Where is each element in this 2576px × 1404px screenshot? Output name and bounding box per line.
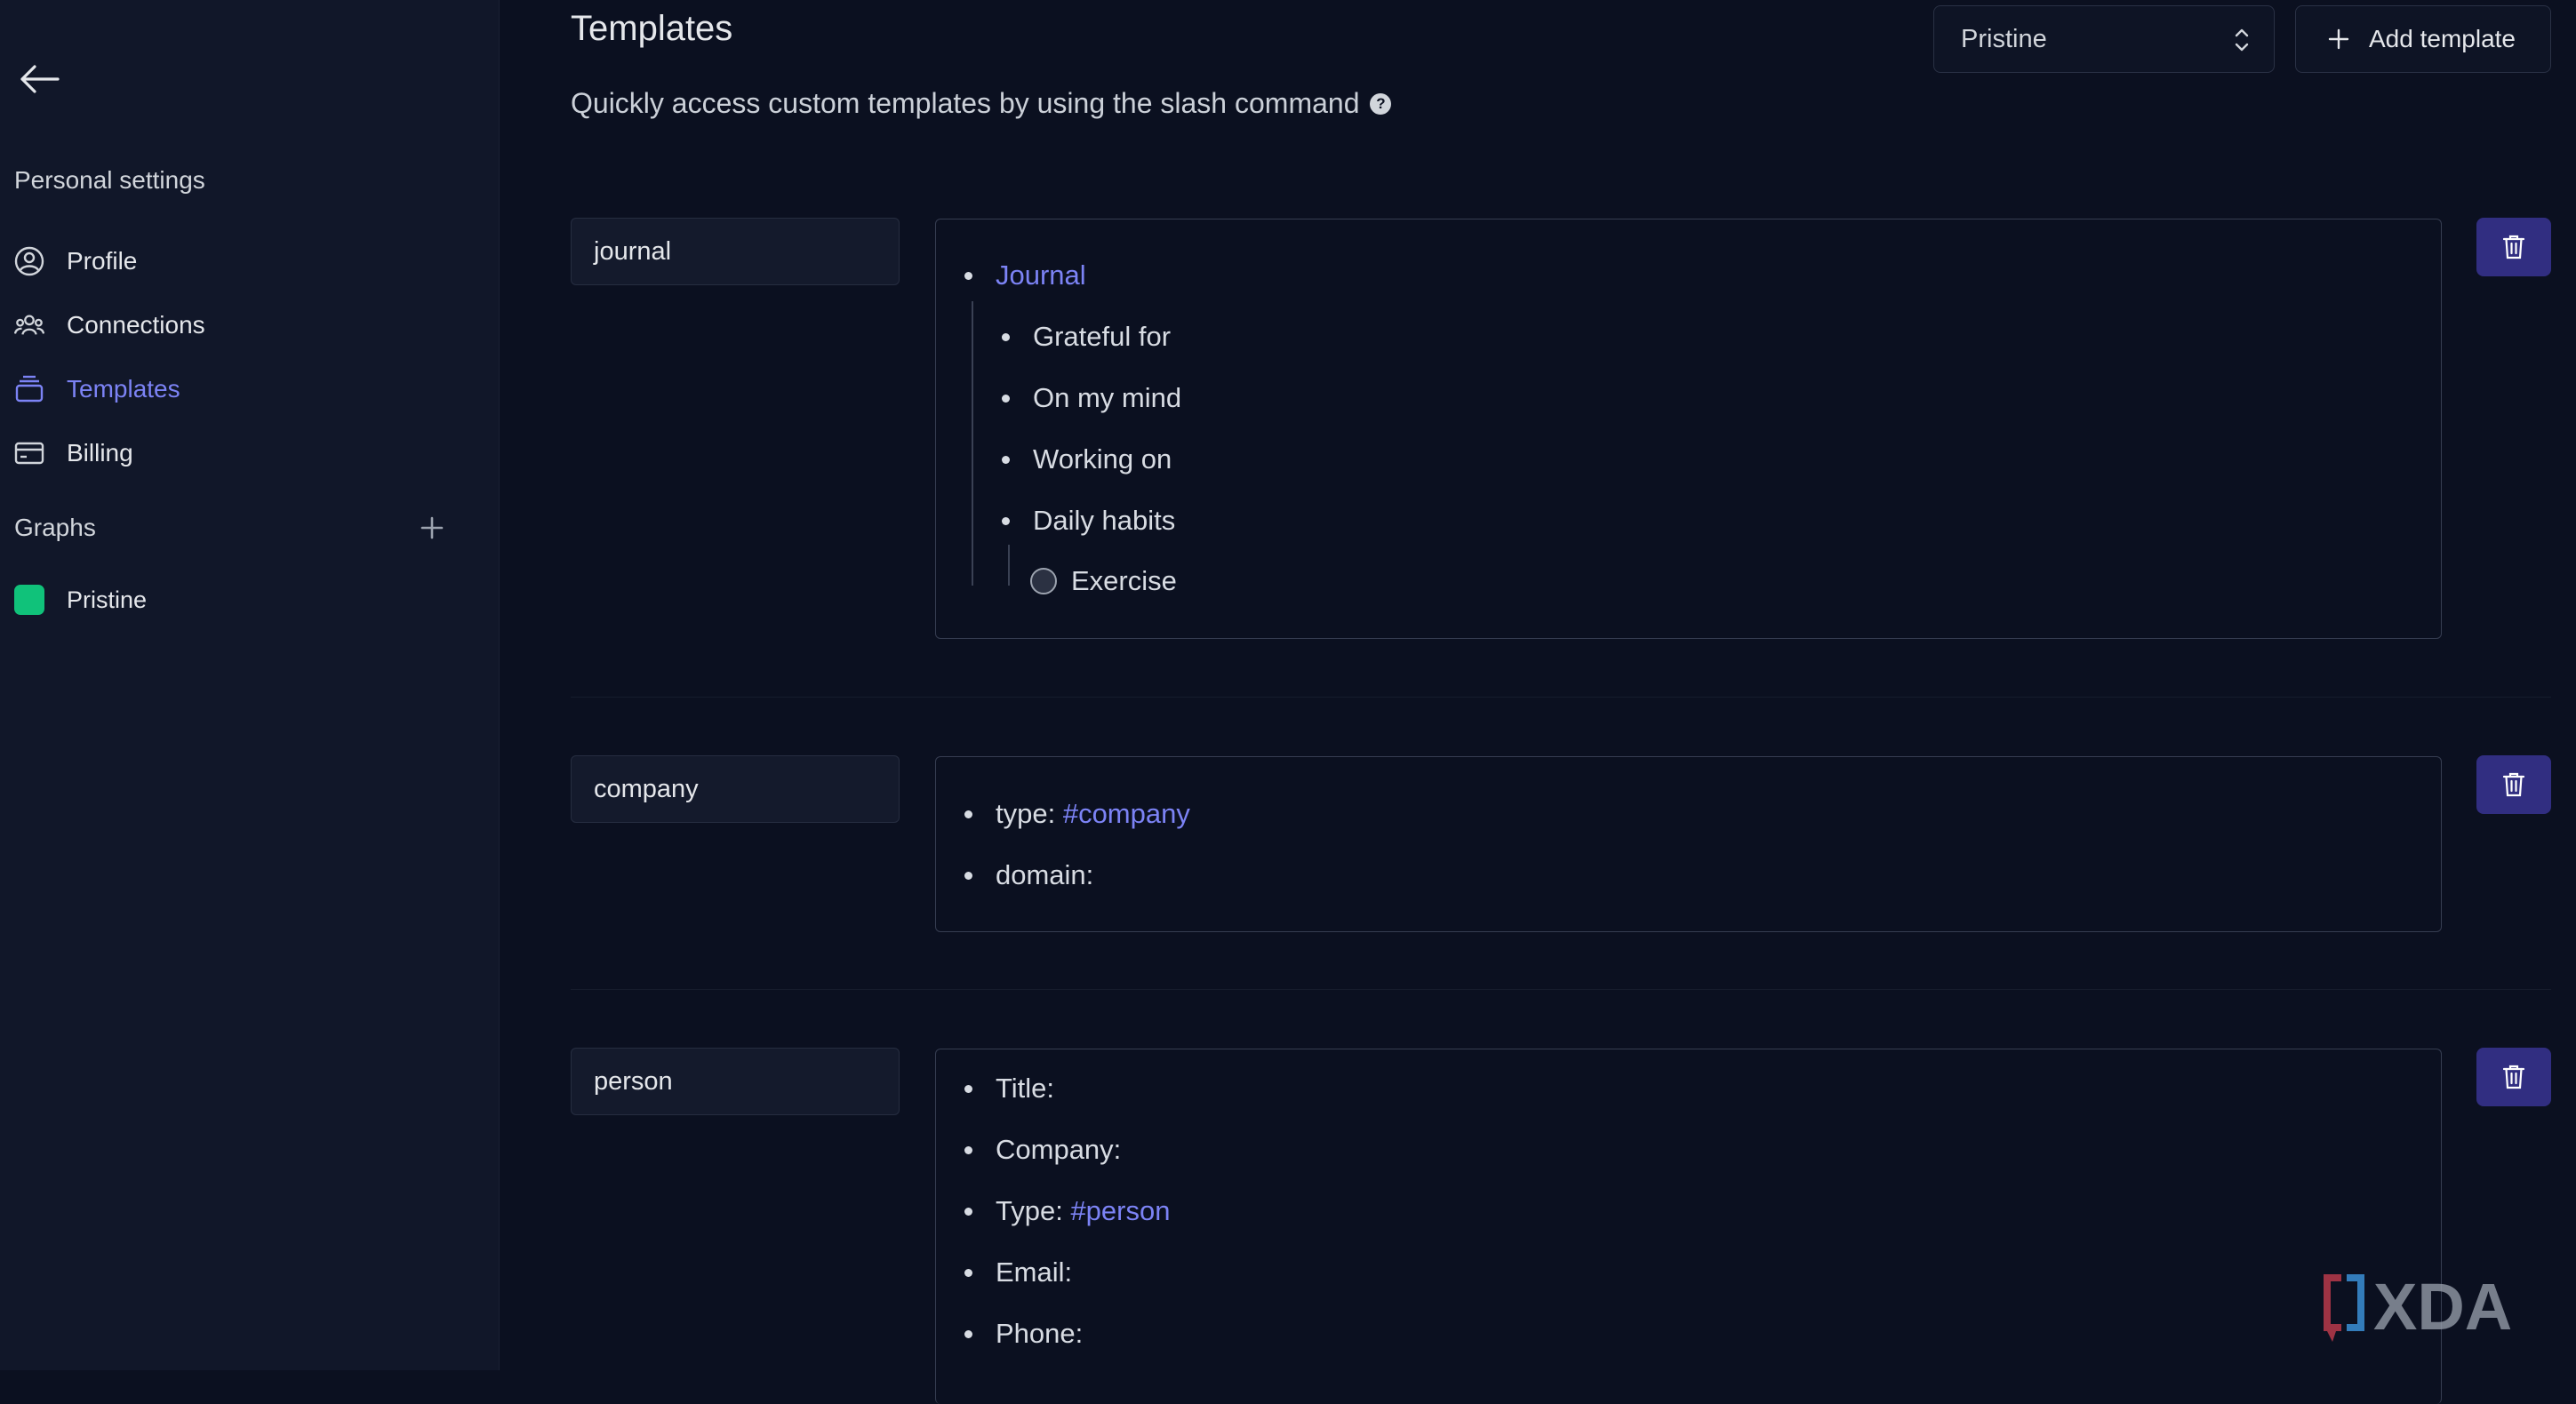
list-item-text: Company: — [996, 1134, 1122, 1165]
graph-label: Pristine — [67, 586, 148, 613]
list-item: Phone: — [964, 1316, 1083, 1352]
sidebar-item-billing[interactable]: Billing — [0, 421, 499, 485]
row-divider — [571, 989, 2551, 990]
page-link[interactable]: Journal — [996, 259, 1086, 291]
template-editor[interactable]: type: #company domain: — [935, 756, 2442, 932]
bullet-icon — [964, 1084, 972, 1093]
bullet-icon — [964, 1207, 972, 1216]
trash-icon — [2503, 1065, 2524, 1089]
add-template-label: Add template — [2369, 25, 2516, 52]
bullet-icon — [1002, 455, 1010, 464]
templates-icon — [14, 374, 44, 404]
help-icon[interactable]: ? — [1370, 92, 1392, 115]
bullet-icon — [964, 1268, 972, 1277]
todo-checkbox[interactable] — [1030, 568, 1057, 594]
sidebar-item-label: Billing — [67, 439, 133, 467]
list-item: Company: — [964, 1132, 1121, 1168]
list-item-text: domain: — [996, 859, 1094, 890]
delete-template-button[interactable] — [2476, 1048, 2551, 1106]
tag-link[interactable]: #company — [1063, 798, 1190, 830]
trash-icon — [2503, 235, 2524, 259]
delete-template-button[interactable] — [2476, 218, 2551, 276]
indent-guide — [1008, 545, 1010, 586]
graphs-heading: Graphs — [14, 514, 96, 541]
add-template-button[interactable]: Add template — [2295, 5, 2551, 73]
template-name-input[interactable]: journal — [571, 218, 900, 285]
property-key: type: — [996, 798, 1063, 829]
list-item: Daily habits — [1002, 503, 1175, 538]
sidebar-item-label: Connections — [67, 311, 205, 339]
settings-sidebar: Personal settings Profile Connections Te… — [0, 0, 500, 1370]
list-item: On my mind — [1002, 380, 1181, 416]
template-editor[interactable]: Journal Grateful for On my mind Working … — [935, 219, 2442, 639]
list-item-text: Daily habits — [1033, 505, 1176, 536]
page-title: Templates — [571, 9, 733, 48]
bullet-icon — [1002, 394, 1010, 403]
list-item: Email: — [964, 1255, 1072, 1290]
list-item: Type: #person — [964, 1193, 1170, 1229]
row-divider — [571, 697, 2551, 698]
list-item: type: #company — [964, 796, 1190, 832]
sidebar-item-templates[interactable]: Templates — [0, 357, 499, 421]
bullet-icon — [964, 1329, 972, 1338]
sidebar-item-label: Templates — [67, 375, 180, 403]
settings-nav: Profile Connections Templates Billing — [0, 229, 499, 485]
list-item-text: Exercise — [1071, 565, 1177, 596]
template-editor[interactable]: Title: Company: Type: #person Email: Pho… — [935, 1049, 2442, 1404]
list-item: Journal — [964, 258, 1086, 293]
bullet-icon — [964, 871, 972, 880]
bullet-icon — [1002, 516, 1010, 525]
todo-item: Exercise — [1030, 563, 1177, 599]
list-item: domain: — [964, 858, 1093, 893]
plus-icon — [420, 516, 444, 539]
sidebar-item-connections[interactable]: Connections — [0, 293, 499, 357]
bullet-icon — [964, 810, 972, 818]
list-item-text: On my mind — [1033, 382, 1182, 413]
sidebar-item-label: Profile — [67, 247, 138, 275]
list-item-text: Grateful for — [1033, 321, 1172, 352]
chevron-up-down-icon — [2235, 28, 2249, 52]
templates-page: Templates Quickly access custom template… — [500, 0, 2576, 1404]
credit-card-icon — [14, 438, 44, 468]
graph-color-swatch — [14, 585, 44, 615]
list-item: Working on — [1002, 442, 1172, 477]
list-item-text: Phone: — [996, 1318, 1084, 1349]
users-icon — [14, 310, 44, 340]
list-item-text: Working on — [1033, 443, 1172, 475]
list-item: Title: — [964, 1071, 1054, 1106]
list-item: Grateful for — [1002, 319, 1171, 355]
personal-settings-heading: Personal settings — [14, 166, 205, 194]
property-key: Type: — [996, 1195, 1071, 1226]
plus-icon — [2328, 28, 2349, 50]
sidebar-item-profile[interactable]: Profile — [0, 229, 499, 293]
list-item-text: Title: — [996, 1073, 1055, 1104]
indent-guide — [972, 301, 973, 586]
add-graph-button[interactable] — [414, 510, 450, 546]
graph-select-value: Pristine — [1961, 24, 2047, 53]
template-name-input[interactable]: person — [571, 1048, 900, 1115]
subtitle-text: Quickly access custom templates by using… — [571, 87, 1360, 119]
tag-link[interactable]: #person — [1070, 1195, 1170, 1227]
page-subtitle: Quickly access custom templates by using… — [571, 87, 1392, 120]
user-circle-icon — [14, 246, 44, 276]
template-name-input[interactable]: company — [571, 755, 900, 823]
delete-template-button[interactable] — [2476, 755, 2551, 814]
bullet-icon — [964, 271, 972, 280]
graph-item-pristine[interactable]: Pristine — [14, 578, 147, 622]
list-item-text: Email: — [996, 1256, 1073, 1288]
watermark-text: XDA — [2373, 1270, 2512, 1344]
bullet-icon — [1002, 332, 1010, 341]
graph-select[interactable]: Pristine — [1933, 5, 2275, 73]
xda-watermark-logo: XDA — [2324, 1270, 2512, 1344]
arrow-left-icon — [20, 65, 60, 93]
trash-icon — [2503, 772, 2524, 797]
bullet-icon — [964, 1145, 972, 1154]
back-button[interactable] — [14, 59, 64, 100]
